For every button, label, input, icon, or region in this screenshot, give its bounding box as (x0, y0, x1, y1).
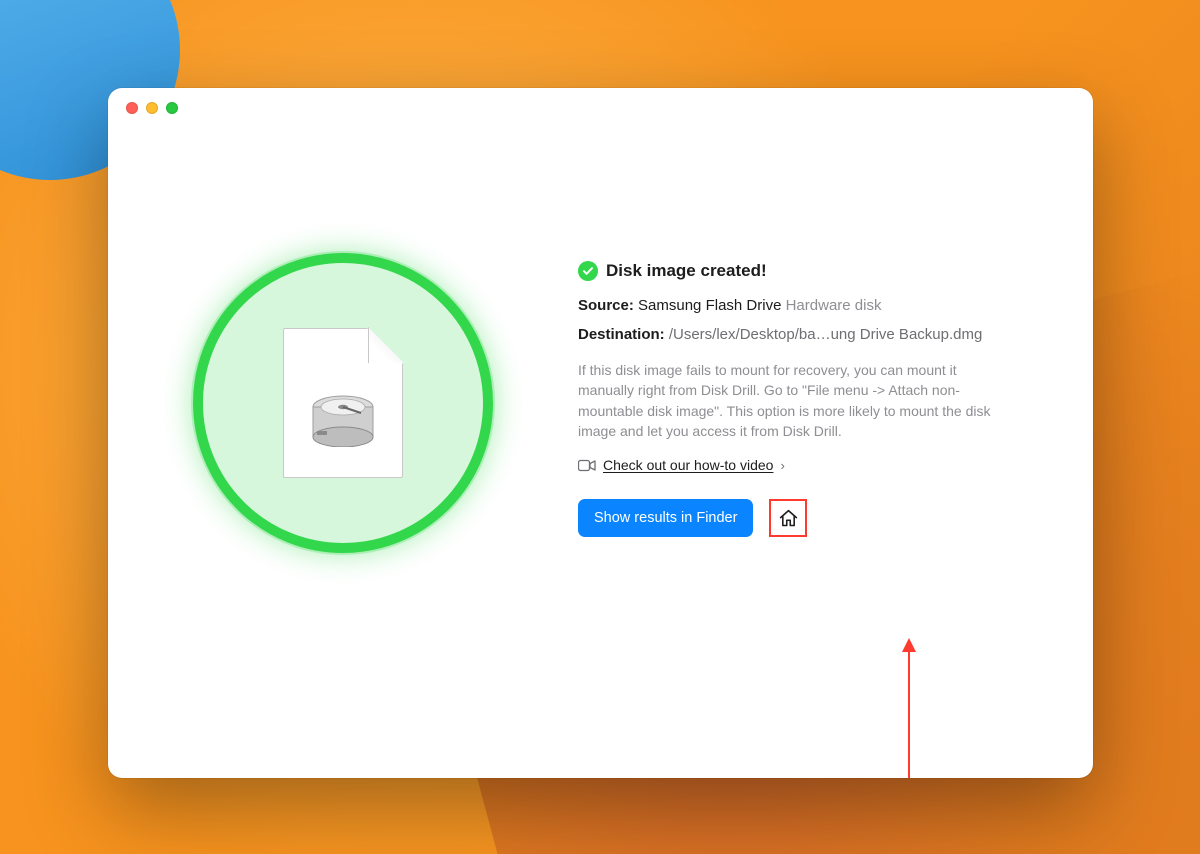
home-icon (778, 508, 799, 529)
source-kind: Hardware disk (786, 297, 882, 314)
disk-image-document-icon (283, 328, 403, 478)
annotation-arrow (899, 638, 919, 778)
status-heading: Disk image created! (578, 261, 1033, 281)
app-window: Disk image created! Source: Samsung Flas… (108, 88, 1093, 778)
content-area: Disk image created! Source: Samsung Flas… (108, 253, 1093, 553)
destination-label: Destination: (578, 326, 665, 343)
hard-disk-icon (308, 395, 378, 447)
illustration-pane (108, 253, 578, 553)
show-in-finder-button[interactable]: Show results in Finder (578, 499, 753, 537)
window-close-button[interactable] (126, 102, 138, 114)
destination-line: Destination: /Users/lex/Desktop/ba…ung D… (578, 324, 1033, 347)
window-minimize-button[interactable] (146, 102, 158, 114)
source-label: Source: (578, 297, 634, 314)
titlebar (108, 88, 1093, 128)
help-text: If this disk image fails to mount for re… (578, 360, 1008, 441)
window-maximize-button[interactable] (166, 102, 178, 114)
action-row: Show results in Finder (578, 499, 1033, 537)
home-button[interactable] (771, 501, 805, 535)
video-camera-icon (578, 459, 596, 472)
status-title: Disk image created! (606, 261, 767, 281)
checkmark-icon (578, 261, 598, 281)
video-link-text: Check out our how-to video (603, 457, 773, 473)
destination-path: /Users/lex/Desktop/ba…ung Drive Backup.d… (669, 326, 982, 343)
details-pane: Disk image created! Source: Samsung Flas… (578, 253, 1093, 553)
success-circle (193, 253, 493, 553)
source-line: Source: Samsung Flash Drive Hardware dis… (578, 295, 1033, 318)
home-button-highlight-box (769, 499, 807, 537)
video-link[interactable]: Check out our how-to video › (578, 457, 1033, 473)
chevron-right-icon: › (780, 458, 784, 473)
source-value: Samsung Flash Drive (638, 297, 781, 314)
